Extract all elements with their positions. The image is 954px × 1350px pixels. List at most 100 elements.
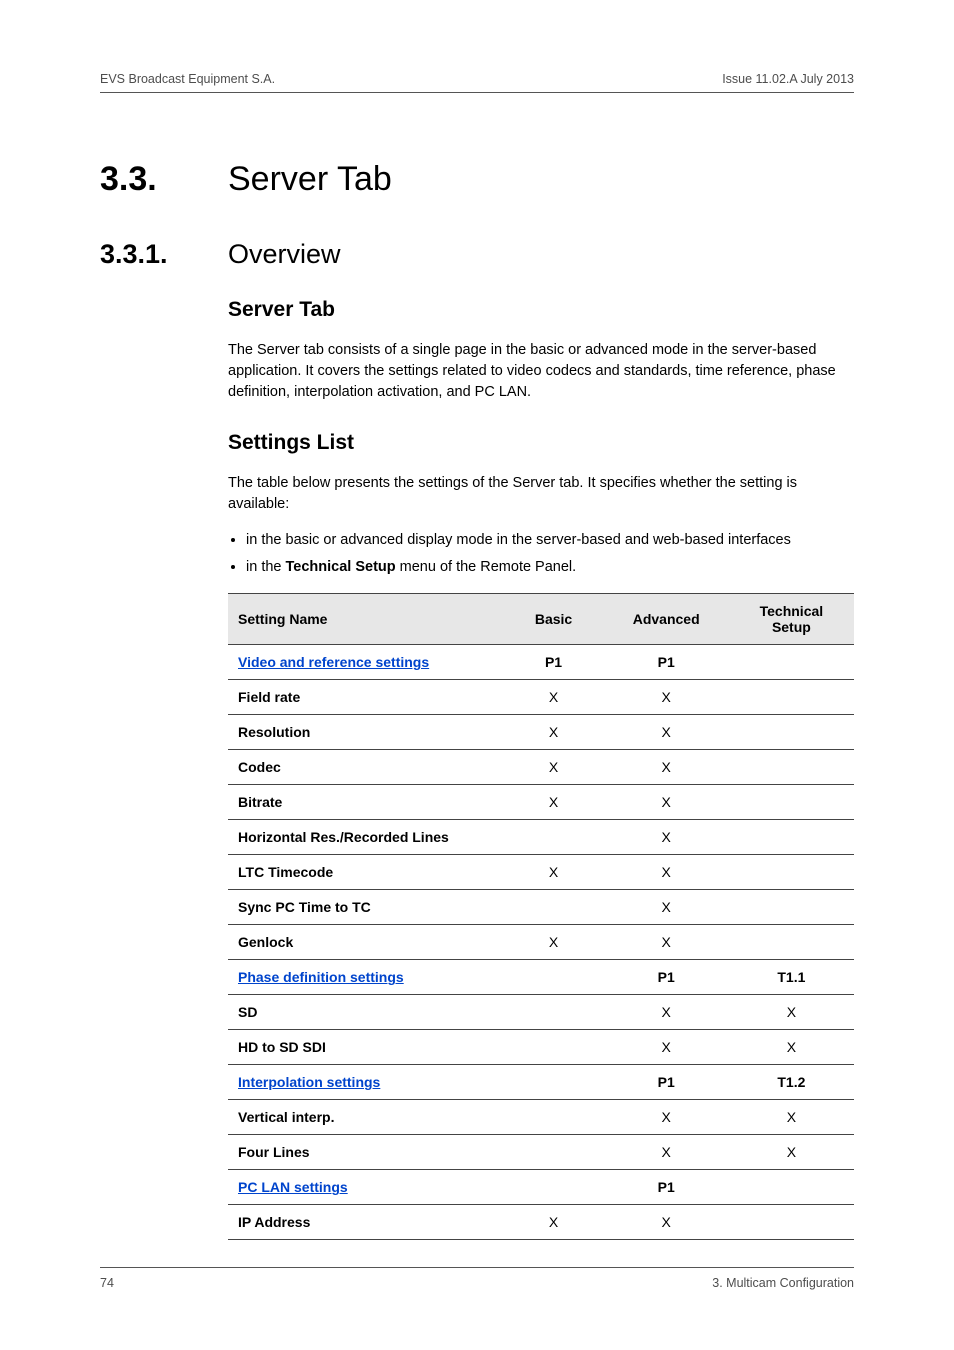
table-header-basic: Basic [503,594,603,645]
table-row: Vertical interp.XX [228,1100,854,1135]
setting-advanced-cell: X [604,890,729,925]
setting-tech-cell [729,890,854,925]
setting-basic-cell: X [503,750,603,785]
setting-advanced-cell: X [604,715,729,750]
setting-basic-cell: X [503,855,603,890]
setting-link[interactable]: Interpolation settings [238,1074,380,1090]
setting-name-cell: Four Lines [228,1135,503,1170]
table-row: Interpolation settingsP1T1.2 [228,1065,854,1100]
setting-basic-cell: X [503,1205,603,1240]
heading-1: 3.3. Server Tab [100,160,854,199]
bullet-item-2-post: menu of the Remote Panel. [396,559,577,575]
setting-tech-cell [729,750,854,785]
table-row: SDXX [228,995,854,1030]
setting-link[interactable]: Video and reference settings [238,654,429,670]
setting-advanced-cell: X [604,1100,729,1135]
table-header-advanced: Advanced [604,594,729,645]
setting-advanced-cell: X [604,785,729,820]
setting-tech-cell: T1.1 [729,960,854,995]
setting-tech-cell [729,1170,854,1205]
setting-advanced-cell: P1 [604,1065,729,1100]
table-row: BitrateXX [228,785,854,820]
footer-page-number: 74 [100,1276,114,1290]
table-row: HD to SD SDI XX [228,1030,854,1065]
setting-basic-cell [503,1135,603,1170]
setting-tech-cell: X [729,1135,854,1170]
setting-tech-cell [729,925,854,960]
setting-basic-cell [503,1100,603,1135]
setting-basic-cell: X [503,715,603,750]
setting-tech-cell [729,645,854,680]
settings-table: Setting Name Basic Advanced Technical Se… [228,593,854,1240]
setting-basic-cell [503,995,603,1030]
setting-basic-cell: X [503,680,603,715]
setting-advanced-cell: X [604,925,729,960]
bullet-item-2-pre: in the [246,559,286,575]
setting-tech-cell [729,1205,854,1240]
setting-basic-cell: X [503,925,603,960]
setting-advanced-cell: X [604,1030,729,1065]
setting-tech-cell [729,680,854,715]
setting-name-cell: LTC Timecode [228,855,503,890]
heading-2: 3.3.1. Overview [100,239,854,270]
setting-basic-cell [503,1065,603,1100]
footer-chapter: 3. Multicam Configuration [712,1276,854,1290]
heading-3-settings-list: Settings List [228,431,854,455]
setting-name-cell: Phase definition settings [228,960,503,995]
table-row: PC LAN settings P1 [228,1170,854,1205]
running-header-right: Issue 11.02.A July 2013 [722,72,854,86]
setting-link[interactable]: Phase definition settings [238,969,404,985]
setting-tech-cell: X [729,1030,854,1065]
setting-name-cell: Horizontal Res./Recorded Lines [228,820,503,855]
setting-tech-cell [729,715,854,750]
setting-tech-cell: X [729,1100,854,1135]
bullet-item-2: in the Technical Setup menu of the Remot… [246,556,854,579]
setting-basic-cell [503,820,603,855]
table-row: Horizontal Res./Recorded Lines X [228,820,854,855]
setting-advanced-cell: P1 [604,1170,729,1205]
heading-3-server-tab: Server Tab [228,298,854,322]
table-row: GenlockXX [228,925,854,960]
setting-tech-cell [729,820,854,855]
table-header-tech: Technical Setup [729,594,854,645]
setting-name-cell: Interpolation settings [228,1065,503,1100]
footer: 74 3. Multicam Configuration [100,1267,854,1290]
setting-name-cell: Codec [228,750,503,785]
setting-name-cell: HD to SD SDI [228,1030,503,1065]
setting-advanced-cell: X [604,995,729,1030]
setting-link[interactable]: PC LAN settings [238,1179,348,1195]
setting-advanced-cell: X [604,820,729,855]
heading-1-number: 3.3. [100,160,228,199]
setting-basic-cell [503,1030,603,1065]
paragraph-settings-intro: The table below presents the settings of… [228,473,854,515]
heading-2-title: Overview [228,239,341,270]
bullet-item-1: in the basic or advanced display mode in… [246,529,854,552]
setting-name-cell: Bitrate [228,785,503,820]
paragraph-server-tab: The Server tab consists of a single page… [228,340,854,403]
setting-name-cell: SD [228,995,503,1030]
setting-advanced-cell: X [604,855,729,890]
heading-2-number: 3.3.1. [100,239,228,270]
setting-basic-cell [503,960,603,995]
setting-name-cell: Resolution [228,715,503,750]
table-row: Sync PC Time to TC X [228,890,854,925]
table-row: Field rateXX [228,680,854,715]
table-row: LTC TimecodeXX [228,855,854,890]
content-area: 3.3. Server Tab 3.3.1. Overview Server T… [100,0,854,1240]
setting-basic-cell: P1 [503,645,603,680]
setting-name-cell: PC LAN settings [228,1170,503,1205]
setting-basic-cell [503,1170,603,1205]
running-header-left: EVS Broadcast Equipment S.A. [100,72,275,86]
setting-advanced-cell: X [604,1205,729,1240]
running-header: EVS Broadcast Equipment S.A. Issue 11.02… [100,72,854,93]
setting-name-cell: IP Address [228,1205,503,1240]
setting-advanced-cell: X [604,750,729,785]
table-row: ResolutionXX [228,715,854,750]
setting-name-cell: Sync PC Time to TC [228,890,503,925]
indented-body: Server Tab The Server tab consists of a … [228,298,854,1240]
table-header-name: Setting Name [228,594,503,645]
setting-advanced-cell: X [604,680,729,715]
page: EVS Broadcast Equipment S.A. Issue 11.02… [0,0,954,1350]
bullet-item-2-bold: Technical Setup [286,559,396,575]
setting-tech-cell [729,785,854,820]
